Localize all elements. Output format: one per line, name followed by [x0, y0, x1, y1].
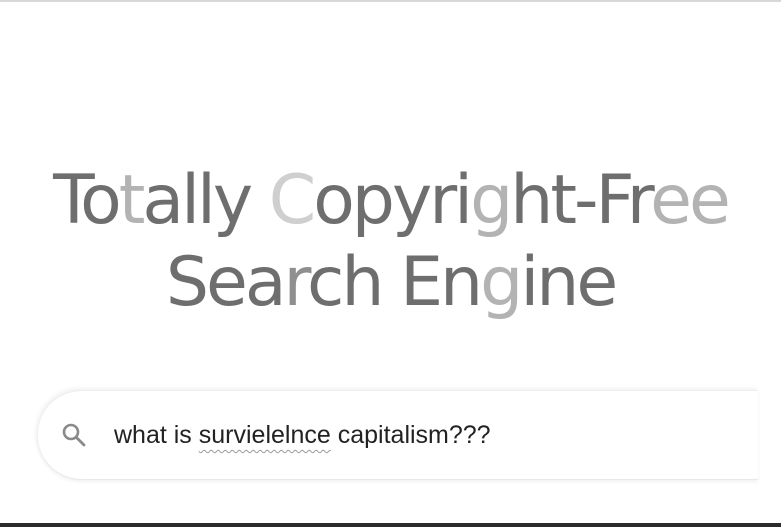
logo-segment: ee: [650, 161, 731, 240]
logo-segment: g: [470, 161, 513, 240]
logo-segment: ally: [142, 161, 269, 240]
logo-segment: ine: [520, 243, 618, 322]
logo-line-1: Totally Copyright-Free: [0, 160, 781, 242]
top-border: [0, 0, 781, 2]
search-box[interactable]: what is survielelnce capitalism???: [38, 390, 758, 480]
bottom-bar: [0, 523, 781, 527]
logo-segment: To: [53, 161, 122, 240]
search-engine-logo: Totally Copyright-Free Search Engine: [0, 160, 781, 324]
query-misspelled-word: survielelnce: [198, 421, 331, 449]
logo-segment: ht-Fr: [510, 161, 653, 240]
query-text-before: what is: [114, 421, 199, 449]
logo-line-2: Search Engine: [0, 242, 781, 324]
logo-segment: g: [480, 243, 523, 322]
logo-segment: t: [118, 161, 146, 240]
search-input[interactable]: what is survielelnce capitalism???: [114, 415, 714, 455]
search-engine-page: Totally Copyright-Free Search Engine wha…: [0, 0, 781, 527]
logo-segment: r: [283, 243, 311, 322]
query-text-after: capitalism???: [330, 421, 491, 449]
logo-segment: opyri: [313, 161, 473, 240]
search-icon: [60, 421, 88, 449]
logo-segment: ch En: [306, 243, 483, 322]
logo-segment: Sea: [165, 243, 287, 322]
logo-segment: C: [268, 161, 317, 240]
